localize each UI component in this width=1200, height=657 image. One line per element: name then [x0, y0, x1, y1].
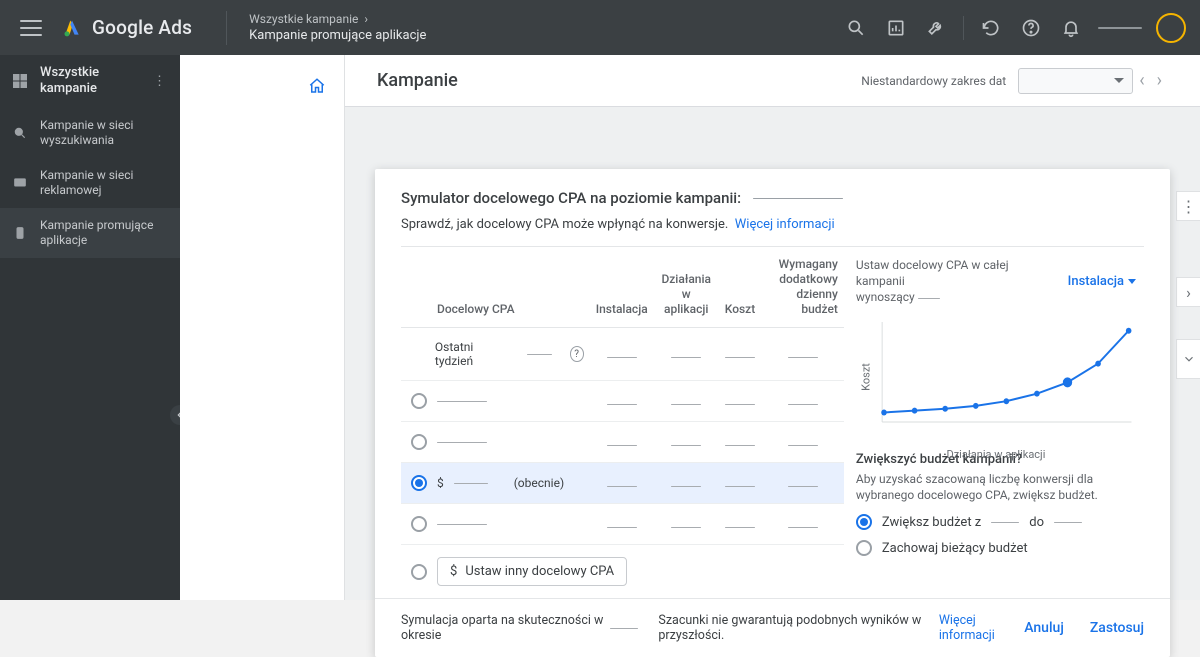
last-week-label: Ostatni tydzień [435, 340, 504, 368]
sidebar-item-all-campaigns[interactable]: Wszystkie kampanie ⋮ [0, 55, 180, 108]
page: Kampanie Niestandardowy zakres dat ‹ › ⋮… [180, 55, 1200, 600]
chart-metric-selector[interactable]: Instalacja [1068, 274, 1136, 289]
tools-icon[interactable] [917, 9, 955, 47]
content-header: Kampanie Niestandardowy zakres dat ‹ › [345, 55, 1200, 107]
more-info-link[interactable]: Więcej informacji [735, 217, 835, 232]
chart-title-b: wynoszący [856, 290, 915, 304]
table-row-current[interactable]: $ (obecnie) [401, 463, 844, 504]
sidebar-item-label: Wszystkie kampanie [40, 65, 141, 98]
apply-button[interactable]: Zastosuj [1090, 620, 1144, 636]
avatar[interactable] [1156, 13, 1186, 43]
page-title: Kampanie [377, 70, 458, 91]
sidebar-item-label: Kampanie w sieci reklamowej [40, 168, 168, 198]
col-inapp: Działaniaw aplikacji [654, 247, 719, 328]
home-icon[interactable] [308, 77, 326, 99]
secondary-nav [180, 55, 345, 600]
content: Kampanie Niestandardowy zakres dat ‹ › ⋮… [345, 55, 1200, 600]
expand-panel-button[interactable] [1176, 339, 1200, 379]
simulator-table: Docelowy CPA Instalacja Działaniaw aplik… [401, 247, 844, 598]
overflow-handle[interactable]: ⋮ [1176, 191, 1200, 221]
more-icon[interactable]: ⋮ [153, 74, 168, 89]
radio[interactable] [411, 564, 427, 580]
col-cpa: Docelowy CPA [401, 247, 590, 328]
keep-budget-option[interactable]: Zachowaj bieżący budżet [856, 540, 1136, 556]
sidebar-item-search[interactable]: Kampanie w sieci wyszukiwania [0, 108, 180, 158]
date-range-label: Niestandardowy zakres dat [861, 74, 1006, 88]
simulator-right-panel: Ustaw docelowy CPA w całej kampanii wyno… [844, 247, 1144, 598]
table-row[interactable] [401, 504, 844, 545]
card-subtitle: Sprawdź, jak docelowy CPA może wpłynąć n… [401, 217, 728, 232]
chart-title-a: Ustaw docelowy CPA w całej kampanii [856, 258, 1009, 288]
table-row-custom[interactable]: $Ustaw inny docelowy CPA [401, 545, 844, 599]
display-network-icon [12, 175, 28, 191]
radio[interactable] [411, 516, 427, 532]
top-actions [837, 9, 1200, 47]
increase-budget-subtitle: Aby uzyskać szacowaną liczbę konwersji d… [856, 471, 1136, 505]
increase-budget-option[interactable]: Zwiększ budżet z do [856, 514, 1136, 530]
table-row[interactable] [401, 422, 844, 463]
separator [963, 16, 964, 40]
sidebar-item-label: Kampanie promujące aplikacje [40, 218, 168, 248]
cancel-button[interactable]: Anuluj [1024, 620, 1064, 636]
grid-icon [12, 73, 28, 89]
search-icon[interactable] [837, 9, 875, 47]
cpa-simulator-card: Symulator docelowego CPA na poziomie kam… [375, 169, 1170, 657]
footer-more-info-link[interactable]: Więcej informacji [939, 613, 1018, 643]
notifications-icon[interactable] [1052, 9, 1090, 47]
radio[interactable] [411, 475, 427, 491]
date-range-picker[interactable] [1018, 68, 1133, 94]
logo-mark-icon [62, 18, 82, 38]
col-cost: Koszt [719, 247, 761, 328]
chevron-right-icon: › [364, 11, 368, 27]
logo-text: Google Ads [92, 16, 192, 39]
sidebar-item-label: Kampanie w sieci wyszukiwania [40, 118, 168, 148]
placeholder-bar [788, 357, 818, 358]
placeholder-bar [671, 357, 701, 358]
sidebar-item-app[interactable]: Kampanie promujące aplikacje [0, 208, 180, 258]
left-sidebar: Wszystkie kampanie ⋮ Kampanie w sieci wy… [0, 55, 180, 600]
menu-icon[interactable] [20, 20, 42, 36]
help-icon[interactable] [1012, 9, 1050, 47]
table-row[interactable] [401, 381, 844, 422]
col-budget: Wymaganydodatkowydzienny budżet [761, 247, 844, 328]
account-indicator [1098, 27, 1142, 29]
chevron-down-icon [1114, 78, 1124, 83]
top-bar: Google Ads Wszystkie kampanie › Kampanie … [0, 0, 1200, 55]
set-custom-cpa-button[interactable]: $Ustaw inny docelowy CPA [437, 557, 627, 586]
radio[interactable] [411, 393, 427, 409]
radio[interactable] [411, 434, 427, 450]
breadcrumb-bottom: Kampanie promujące aplikacje [249, 27, 426, 45]
search-network-icon [12, 125, 28, 141]
placeholder-bar [725, 357, 755, 358]
footer-period-label: Symulacja oparta na skuteczności w okres… [401, 613, 604, 643]
app-campaign-icon [12, 225, 28, 241]
chart: Koszt Działania w aplikacji [856, 312, 1136, 442]
sidebar-item-display[interactable]: Kampanie w sieci reklamowej [0, 158, 180, 208]
placeholder-bar [753, 198, 843, 199]
help-icon[interactable]: ? [570, 346, 584, 362]
breadcrumb-top: Wszystkie kampanie [249, 11, 358, 27]
placeholder-bar [607, 357, 637, 358]
footer-disclaimer: Szacunki nie gwarantują podobnych wynikó… [658, 613, 932, 643]
radio[interactable] [856, 540, 872, 556]
chart-x-axis-label: Działania w aplikacji [856, 448, 1136, 461]
date-next-button[interactable]: › [1151, 72, 1168, 90]
table-row-lastweek: Ostatni tydzień ? [401, 328, 844, 381]
overflow-handle[interactable]: › [1176, 277, 1200, 307]
reports-icon[interactable] [877, 9, 915, 47]
col-install: Instalacja [590, 247, 654, 328]
date-prev-button[interactable]: ‹ [1133, 72, 1150, 90]
separator [226, 11, 227, 45]
currency: $ [437, 476, 444, 490]
radio[interactable] [856, 514, 872, 530]
chevron-down-icon [1128, 279, 1136, 284]
content-body: ⋮ › Symulator docelowego CPA na poziomie… [345, 107, 1200, 600]
card-title: Symulator docelowego CPA na poziomie kam… [401, 189, 741, 207]
breadcrumb[interactable]: Wszystkie kampanie › Kampanie promujące a… [249, 11, 426, 45]
logo[interactable]: Google Ads [62, 16, 192, 39]
current-label: (obecnie) [514, 476, 564, 490]
chart-y-axis-label: Koszt [859, 363, 872, 391]
refresh-icon[interactable] [972, 9, 1010, 47]
card-footer: Symulacja oparta na skuteczności w okres… [375, 598, 1170, 657]
